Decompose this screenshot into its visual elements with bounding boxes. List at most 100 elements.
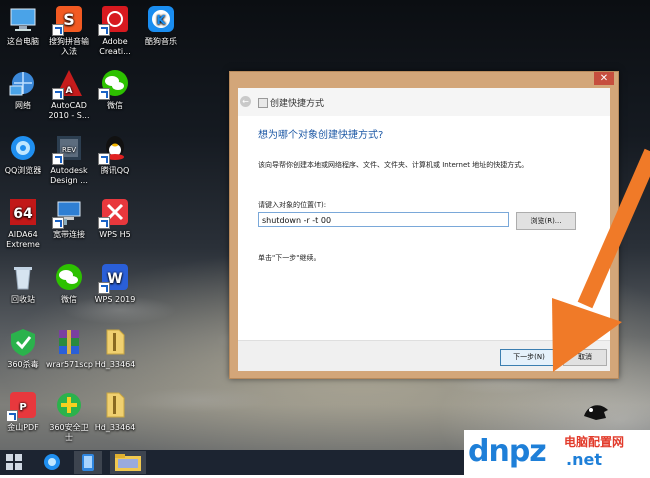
desktop-icon-label: 酷狗音乐	[145, 37, 177, 46]
svg-text:K: K	[156, 13, 166, 27]
aida64-icon: 64	[8, 197, 38, 227]
tablet-icon	[82, 454, 94, 471]
network-icon	[8, 68, 38, 98]
qq-browser-icon	[8, 133, 38, 163]
cat-logo-icon	[584, 405, 608, 420]
desktop-icon-label: 腾讯QQ	[100, 166, 130, 175]
desktop-icon-kugou[interactable]: K 酷狗音乐	[138, 4, 184, 47]
wps-icon: W	[98, 262, 130, 294]
wizard-heading: 想为哪个对象创建快捷方式?	[258, 130, 384, 141]
360-security-icon	[54, 390, 84, 420]
desktop-icon-label: QQ浏览器	[4, 166, 42, 175]
desktop-icon-wps-2019[interactable]: W WPS 2019	[92, 262, 138, 305]
close-button[interactable]: ✕	[594, 72, 614, 85]
desktop-icon-label: Adobe Creati...	[99, 37, 131, 56]
desktop-icon-hd-file-1[interactable]: Hd_33464	[92, 327, 138, 370]
file-icon	[100, 390, 130, 420]
kugou-icon: K	[146, 4, 176, 34]
desktop-icon-label: 微信	[61, 295, 77, 304]
desktop-icon-hd-file-2[interactable]: Hd_33464	[92, 390, 138, 433]
broadband-icon	[52, 197, 84, 229]
desktop-icon-label: 回收站	[11, 295, 35, 304]
svg-text:S: S	[63, 10, 75, 29]
continue-hint: 单击"下一步"继续。	[258, 254, 321, 262]
desktop-icon-winrar[interactable]: wrar571scp	[46, 327, 93, 370]
taskbar-file-explorer[interactable]	[110, 451, 146, 474]
desktop-icon-label: Hd_33464	[94, 423, 136, 432]
desktop-icon-recycle-bin[interactable]: 回收站	[0, 262, 46, 305]
svg-text:64: 64	[13, 206, 33, 222]
qq-icon	[98, 133, 130, 165]
desktop-icon-label: 微信	[107, 101, 123, 110]
svg-text:P: P	[19, 402, 26, 413]
desktop-icon-label: AutoCAD 2010 - S...	[48, 101, 90, 120]
desktop-icon-label: WPS H5	[99, 230, 131, 239]
start-button[interactable]	[6, 454, 23, 471]
wizard-description: 该向导帮你创建本地或网络程序、文件、文件夹、计算机或 Internet 地址的快…	[258, 161, 529, 169]
desktop-icon-qq[interactable]: 腾讯QQ	[92, 133, 138, 176]
next-button[interactable]: 下一步(N)	[500, 349, 558, 366]
svg-text:A: A	[66, 86, 73, 96]
create-shortcut-dialog: ✕ ← 创建快捷方式 想为哪个对象创建快捷方式? 该向导帮你创建本地或网络程序、…	[229, 71, 619, 379]
watermark-url: .net	[566, 450, 602, 469]
desktop-icon-label: 360安全卫士	[49, 423, 89, 442]
location-input[interactable]: shutdown -r -t 00	[258, 212, 509, 227]
desktop-icon-label: 金山PDF	[7, 423, 39, 432]
watermark-tag: 电脑配置网	[564, 435, 625, 449]
desktop-icon-360-security[interactable]: 360安全卫士	[46, 390, 92, 443]
desktop-icon-label: 这台电脑	[7, 37, 39, 46]
wizard-header: ← 创建快捷方式	[238, 88, 610, 116]
sogou-icon: S	[52, 4, 84, 36]
desktop-icon-network[interactable]: 网络	[0, 68, 46, 111]
back-arrow-icon[interactable]: ←	[240, 96, 251, 107]
desktop-icon-label: 360杀毒	[7, 360, 39, 369]
kingsoft-pdf-icon: P	[6, 390, 38, 422]
desktop-icon-aida64[interactable]: 64 AIDA64 Extreme	[0, 197, 46, 250]
desktop-icon-label: 搜狗拼音输入法	[49, 37, 89, 56]
browse-button[interactable]: 浏览(R)...	[516, 212, 576, 230]
360-antivirus-icon	[8, 327, 38, 357]
adobe-cc-icon	[98, 4, 130, 36]
svg-text:REV: REV	[62, 146, 76, 154]
taskbar-qq-browser[interactable]	[38, 451, 66, 474]
desktop-icon-wps-h5[interactable]: WPS H5	[92, 197, 138, 240]
desktop-icon-label: Autodesk Design ...	[50, 166, 88, 185]
desktop-icon-qq-browser[interactable]: QQ浏览器	[0, 133, 46, 176]
desktop-icon-label: AIDA64 Extreme	[6, 230, 40, 249]
cancel-button[interactable]: 取消	[563, 349, 607, 366]
wechat-icon	[54, 262, 84, 292]
desktop-icon-broadband[interactable]: 宽带连接	[46, 197, 92, 240]
desktop-icon-kingsoft-pdf[interactable]: P 金山PDF	[0, 390, 46, 433]
file-icon	[100, 327, 130, 357]
desktop-icon-label: 网络	[15, 101, 31, 110]
watermark: dnpz 电脑配置网 .net	[464, 430, 650, 475]
desktop-icon-autocad[interactable]: A AutoCAD 2010 - S...	[46, 68, 92, 121]
watermark-logo: dnpz	[468, 434, 547, 469]
desktop-icon-this-pc[interactable]: 这台电脑	[0, 4, 46, 47]
desktop-icon-label: WPS 2019	[94, 295, 136, 304]
desktop-icon-sogou[interactable]: S 搜狗拼音输入法	[46, 4, 92, 57]
wechat-icon	[98, 68, 130, 100]
taskbar-tablet[interactable]	[74, 451, 102, 474]
desktop-icon-autodesk-design[interactable]: REV Autodesk Design ...	[46, 133, 92, 186]
location-label: 请键入对象的位置(T):	[258, 201, 327, 209]
wps-h5-icon	[98, 197, 130, 229]
desktop-icon-label: 宽带连接	[53, 230, 85, 239]
autodesk-revit-icon: REV	[52, 133, 84, 165]
desktop-icon-wechat[interactable]: 微信	[92, 68, 138, 111]
desktop-icon-label: wrar571scp	[46, 360, 93, 369]
shortcut-icon	[258, 98, 268, 108]
dialog-content: ← 创建快捷方式 想为哪个对象创建快捷方式? 该向导帮你创建本地或网络程序、文件…	[238, 88, 610, 371]
qq-browser-icon	[44, 454, 60, 470]
window-title: 创建快捷方式	[270, 99, 325, 109]
desktop-icon-adobe[interactable]: Adobe Creati...	[92, 4, 138, 57]
autocad-icon: A	[52, 68, 84, 100]
desktop-icon-wechat-2[interactable]: 微信	[46, 262, 92, 305]
desktop-icon-label: Hd_33464	[94, 360, 136, 369]
folder-icon	[115, 454, 141, 471]
dialog-footer: 下一步(N) 取消	[238, 340, 610, 371]
recycle-bin-icon	[8, 262, 38, 292]
winrar-icon	[54, 327, 84, 357]
desktop-icon-360-antivirus[interactable]: 360杀毒	[0, 327, 46, 370]
computer-icon	[8, 4, 38, 34]
